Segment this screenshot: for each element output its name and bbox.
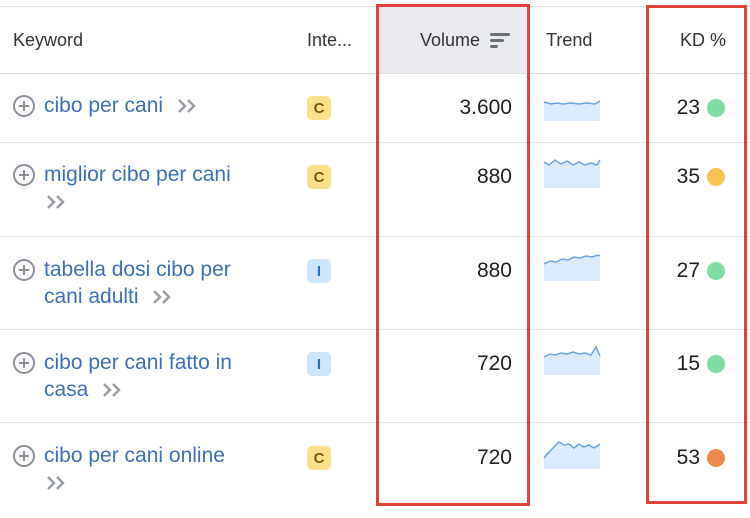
plus-circle-icon[interactable] — [12, 94, 36, 118]
trend-sparkline — [543, 345, 601, 375]
intent-badge: I — [307, 259, 331, 283]
keyword-link[interactable]: tabella dosi cibo per cani adulti — [44, 256, 284, 310]
plus-circle-icon[interactable] — [12, 444, 36, 468]
column-header-keyword[interactable]: Keyword — [13, 7, 83, 73]
trend-sparkline — [543, 441, 601, 469]
volume-column-highlight — [376, 4, 530, 506]
plus-circle-icon[interactable] — [12, 258, 36, 282]
double-chevron-right-icon[interactable] — [150, 288, 176, 306]
table-row: cibo per cani online C 720 53 — [0, 423, 750, 518]
trend-sparkline — [543, 159, 601, 188]
keyword-text-line2: cani adulti — [44, 285, 139, 308]
keyword-text: cibo per cani online — [44, 444, 225, 467]
column-header-intent[interactable]: Inte... — [307, 7, 352, 73]
trend-sparkline — [543, 254, 601, 281]
column-header-trend: Trend — [546, 29, 593, 50]
keyword-text: cibo per cani — [44, 94, 164, 117]
intent-badge: C — [307, 96, 331, 120]
double-chevron-right-icon[interactable] — [44, 193, 70, 211]
keyword-text-line1: cibo per cani fatto in — [44, 351, 232, 374]
keyword-link[interactable]: cibo per cani online — [44, 442, 284, 496]
kd-column-highlight — [646, 5, 747, 504]
double-chevron-right-icon[interactable] — [175, 97, 201, 115]
trend-sparkline — [543, 100, 601, 121]
plus-circle-icon[interactable] — [12, 163, 36, 187]
double-chevron-right-icon[interactable] — [100, 381, 126, 399]
keyword-link[interactable]: cibo per cani fatto in casa — [44, 349, 284, 403]
intent-badge: C — [307, 165, 331, 189]
table-row: cibo per cani C 3.600 23 — [0, 74, 750, 143]
double-chevron-right-icon[interactable] — [44, 474, 70, 492]
table-row: miglior cibo per cani C 880 35 — [0, 143, 750, 237]
keyword-text-line2: casa — [44, 378, 89, 401]
keyword-text-line1: tabella dosi cibo per — [44, 258, 231, 281]
table-header: Keyword Inte... Volume Trend KD % — [0, 7, 750, 74]
keyword-link[interactable]: miglior cibo per cani — [44, 161, 284, 215]
keyword-text: miglior cibo per cani — [44, 163, 231, 186]
table-row: tabella dosi cibo per cani adulti I 880 … — [0, 237, 750, 330]
table-row: cibo per cani fatto in casa I 720 15 — [0, 330, 750, 423]
plus-circle-icon[interactable] — [12, 351, 36, 375]
keyword-link[interactable]: cibo per cani — [44, 92, 284, 119]
intent-badge: C — [307, 446, 331, 470]
intent-badge: I — [307, 352, 331, 376]
